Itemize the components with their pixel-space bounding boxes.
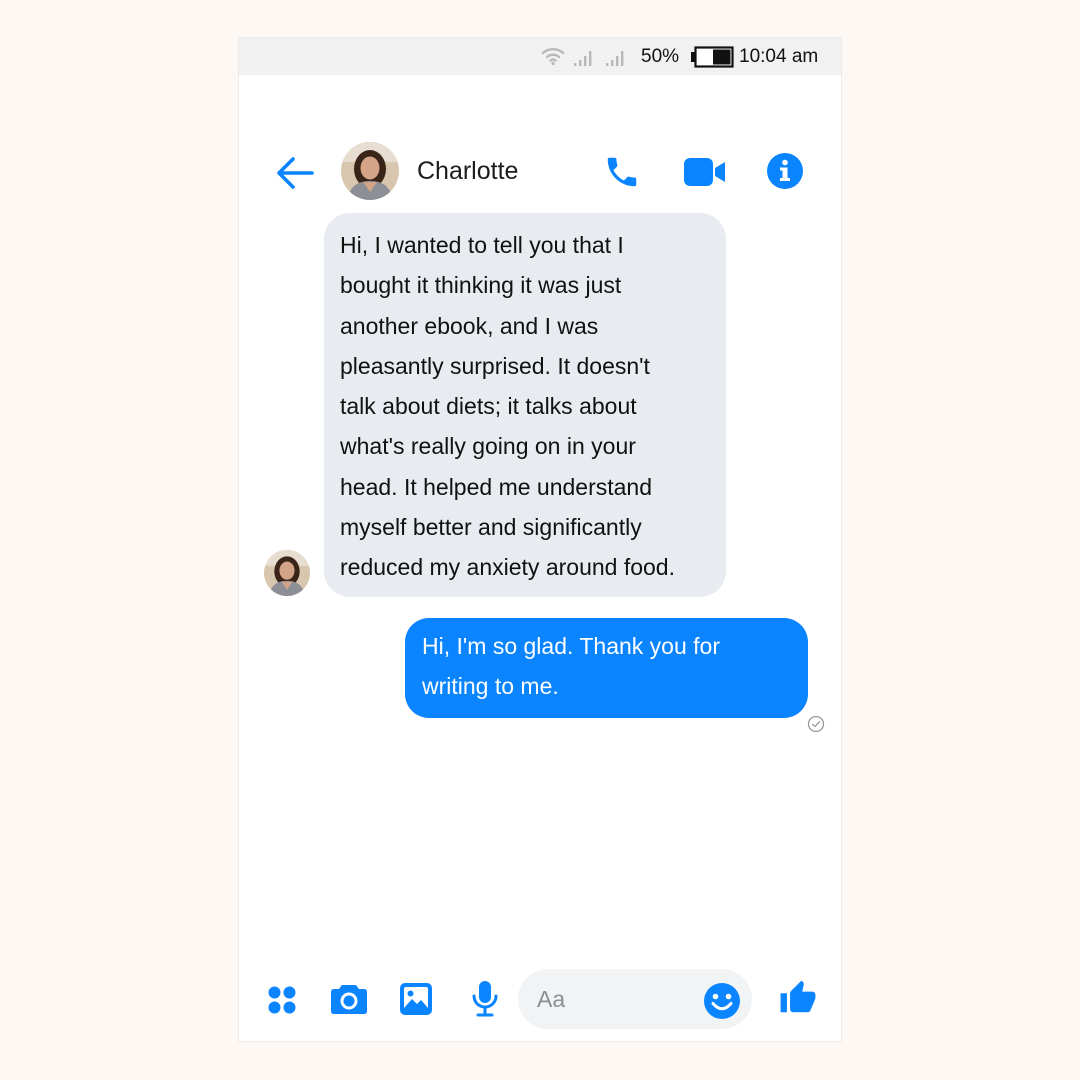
phone-icon[interactable] <box>603 153 641 191</box>
battery-percentage: 50% <box>641 46 680 67</box>
conversation-header: Charlotte <box>239 75 841 225</box>
info-icon[interactable] <box>766 152 804 190</box>
gallery-icon[interactable] <box>399 982 433 1016</box>
avatar <box>264 550 310 596</box>
status-bar: 50% 10:04 am <box>239 38 841 75</box>
camera-icon[interactable] <box>330 983 368 1015</box>
microphone-icon[interactable] <box>471 980 499 1018</box>
apps-icon[interactable] <box>267 985 297 1015</box>
avatar[interactable] <box>341 142 399 200</box>
contact-name[interactable]: Charlotte <box>417 156 518 186</box>
incoming-message-bubble[interactable]: Hi, I wanted to tell you that I bought i… <box>324 213 726 597</box>
phone-screen: 50% 10:04 am Charlotte Hi, I wanted to t… <box>238 37 842 1042</box>
avatar-photo <box>264 550 310 596</box>
battery-icon <box>691 46 734 68</box>
avatar-photo <box>341 142 399 200</box>
message-text: Hi, I wanted to tell you that I bought i… <box>340 232 675 581</box>
cellular-signal-icon <box>574 51 592 66</box>
message-text: Hi, I'm so glad. Thank you for writing t… <box>422 633 720 700</box>
video-camera-icon[interactable] <box>683 157 727 187</box>
cellular-signal-icon <box>606 51 624 66</box>
emoji-icon[interactable] <box>703 982 741 1020</box>
outgoing-message-bubble[interactable]: Hi, I'm so glad. Thank you for writing t… <box>405 618 808 718</box>
status-time: 10:04 am <box>739 46 819 67</box>
wifi-icon <box>541 48 565 66</box>
message-composer <box>239 958 841 1038</box>
thumbs-up-icon[interactable] <box>779 979 817 1017</box>
arrow-left-icon[interactable] <box>275 156 315 190</box>
sent-check-icon <box>807 715 825 733</box>
